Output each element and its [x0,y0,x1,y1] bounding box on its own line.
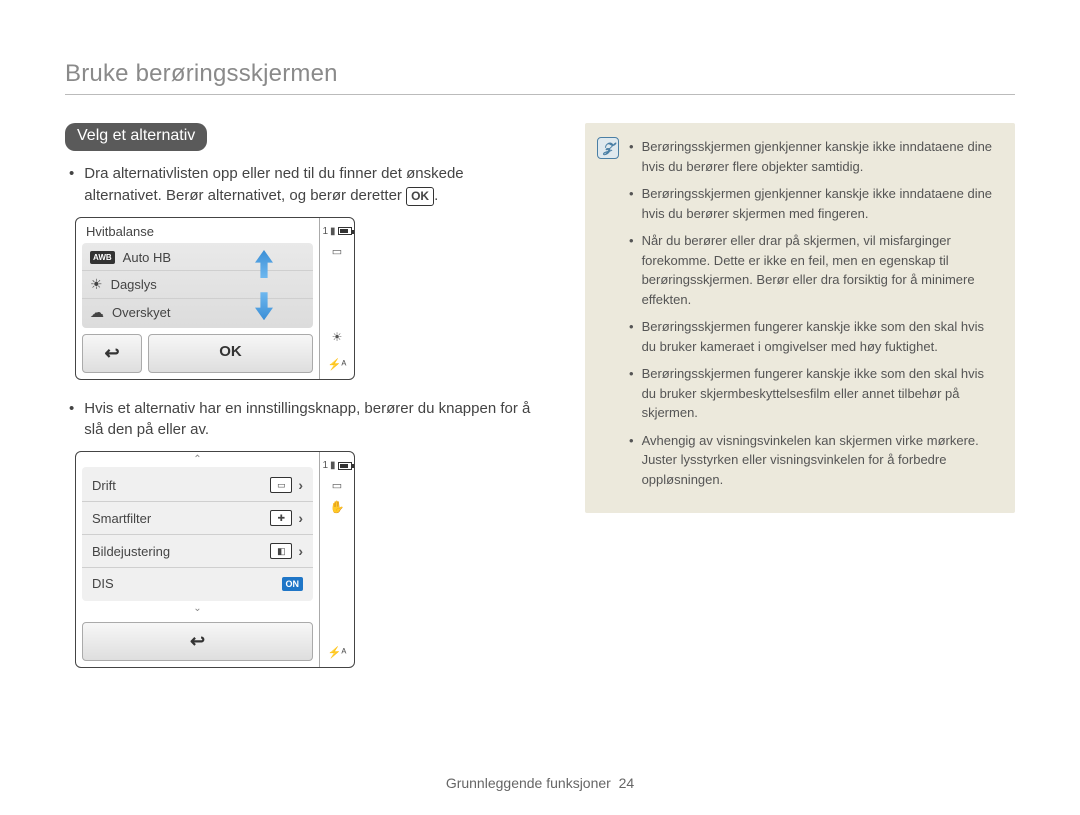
note-item: Berøringsskjermen gjenkjenner kanskje ik… [629,184,997,223]
sun-icon: ☀ [90,276,103,293]
settings-list[interactable]: Drift ▭ › Smartfilter ✚ › Bildejustering ◧… [82,467,313,601]
wb-item-label: Dagslys [111,277,157,292]
size-icon: ▭ [332,245,342,258]
side-indicators: 1 ▮ ▭ ☀ ⚡ᴬ [320,218,354,379]
toggle-paragraph: Hvis et alternativ har en innstillingskn… [69,398,545,442]
list-item[interactable]: ☀ Dagslys [82,270,313,298]
device-mock-whitebalance: Hvitbalanse AWB Auto HB ☀ Dagslys ☁ [75,217,355,380]
note-info-icon: 𝓩 [597,137,619,159]
value-thumb: ▭ [270,477,292,493]
value-thumb: ◧ [270,543,292,559]
section-heading: Velg et alternativ [65,123,207,151]
intro-period: . [434,187,438,204]
card-battery-icon: 1 ▮ [322,460,351,471]
wb-item-label: Overskyet [112,305,171,320]
note-box: 𝓩 Berøringsskjermen gjenkjenner kanskje … [585,123,1015,513]
awb-icon: AWB [90,251,115,264]
value-thumb: ✚ [270,510,292,526]
list-item[interactable]: Drift ▭ › [82,469,313,501]
device-mock-settings: ⌃ Drift ▭ › Smartfilter ✚ › Bildejustering [75,451,355,668]
card-battery-icon: 1 ▮ [322,226,351,237]
list-item[interactable]: AWB Auto HB [82,245,313,270]
list-item[interactable]: Bildejustering ◧ › [82,534,313,567]
list-item[interactable]: DIS ON [82,567,313,599]
setting-label: Bildejustering [92,544,170,559]
flash-icon: ⚡ᴬ [328,646,347,659]
setting-label: DIS [92,576,114,591]
size-icon: ▭ [332,479,342,492]
scroll-up-caret[interactable]: ⌃ [76,452,319,467]
ok-inline-icon: OK [406,187,434,206]
note-item: Berøringsskjermen gjenkjenner kanskje ik… [629,137,997,176]
chevron-right-icon: › [298,510,303,526]
setting-label: Drift [92,478,116,493]
side-indicators: 1 ▮ ▭ ✋ ⚡ᴬ [320,452,354,667]
chevron-right-icon: › [298,477,303,493]
back-button[interactable]: ↩ [82,334,142,373]
back-button[interactable]: ↩ [82,622,313,661]
footer-label: Grunnleggende funksjoner [446,775,611,791]
note-item: Når du berører eller drar på skjermen, v… [629,231,997,309]
flash-icon: ⚡ᴬ [328,358,347,371]
page-title: Bruke berøringsskjermen [65,60,1015,95]
wb-title: Hvitbalanse [86,224,154,239]
on-toggle[interactable]: ON [282,577,304,591]
footer-page-number: 24 [619,775,635,791]
arrow-up-icon [255,250,273,278]
scroll-down-caret[interactable]: ⌄ [76,601,319,616]
note-item: Berøringsskjermen fungerer kanskje ikke … [629,364,997,423]
wb-list[interactable]: AWB Auto HB ☀ Dagslys ☁ Overskyet [82,243,313,328]
scroll-arrows [255,243,273,328]
note-item: Berøringsskjermen fungerer kanskje ikke … [629,317,997,356]
setting-label: Smartfilter [92,511,151,526]
wb-item-label: Auto HB [123,250,171,265]
intro-paragraph: Dra alternativlisten opp eller ned til d… [69,163,545,207]
ok-button[interactable]: OK [148,334,313,373]
hand-icon: ✋ [330,500,345,514]
cloud-icon: ☁ [90,304,104,321]
page-footer: Grunnleggende funksjoner 24 [0,775,1080,791]
chevron-right-icon: › [298,543,303,559]
brightness-icon: ☀ [332,330,343,344]
list-item[interactable]: ☁ Overskyet [82,298,313,326]
list-item[interactable]: Smartfilter ✚ › [82,501,313,534]
note-item: Avhengig av visningsvinkelen kan skjerme… [629,431,997,490]
arrow-down-icon [255,292,273,320]
